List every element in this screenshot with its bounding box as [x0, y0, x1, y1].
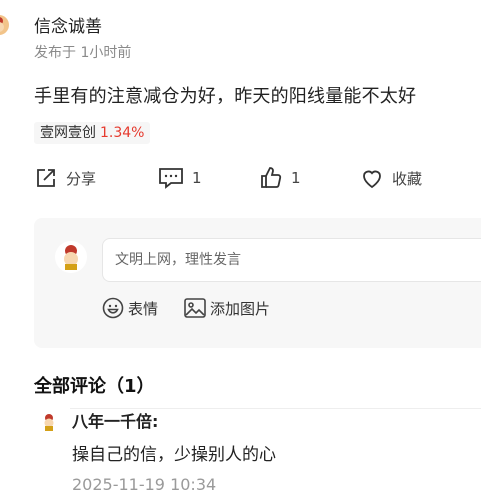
- like-count: 1: [291, 169, 301, 187]
- post-time: 发布于 1小时前: [34, 45, 132, 61]
- share-button[interactable]: 分享: [34, 164, 96, 192]
- thumbs-up-icon: [261, 167, 282, 188]
- like-button[interactable]: 1: [259, 164, 301, 192]
- emoji-button[interactable]: 表情: [102, 296, 158, 320]
- favorite-button[interactable]: 收藏: [360, 164, 422, 192]
- share-icon: [37, 169, 55, 187]
- action-bar: 分享 1 1 收藏: [34, 164, 481, 192]
- post-content: 手里有的注意减仓为好，昨天的阳线量能不太好: [34, 86, 417, 107]
- user-avatar: [55, 241, 87, 273]
- comment-time: 2025-11-19 10:34: [72, 475, 217, 493]
- author-name[interactable]: 信念诚善: [34, 12, 102, 37]
- add-image-label: 添加图片: [210, 299, 271, 318]
- reply-input[interactable]: 文明上网，理性发言: [102, 238, 481, 282]
- stock-change: 1.34%: [100, 125, 145, 141]
- stock-tag[interactable]: 壹网壹创 1.34%: [34, 122, 151, 144]
- commenter-name[interactable]: 八年一千倍:: [72, 408, 158, 432]
- reply-box: 文明上网，理性发言 表情 添加图片: [34, 218, 481, 348]
- image-icon: [184, 298, 206, 318]
- add-image-button[interactable]: 添加图片: [184, 296, 270, 320]
- favorite-label: 收藏: [392, 169, 423, 188]
- commenter-avatar[interactable]: [38, 411, 60, 433]
- comment-icon: [159, 168, 183, 189]
- stock-name: 壹网壹创: [40, 125, 96, 141]
- comments-title: 全部评论（1）: [34, 376, 155, 397]
- smiley-icon: [102, 297, 124, 319]
- comment-text: 操自己的信，少操别人的心: [72, 445, 276, 465]
- heart-icon: [363, 170, 381, 189]
- author-avatar[interactable]: [0, 14, 10, 36]
- comment-count: 1: [192, 169, 202, 187]
- share-label: 分享: [66, 169, 97, 188]
- comment-button[interactable]: 1: [158, 164, 202, 192]
- emoji-label: 表情: [128, 299, 159, 318]
